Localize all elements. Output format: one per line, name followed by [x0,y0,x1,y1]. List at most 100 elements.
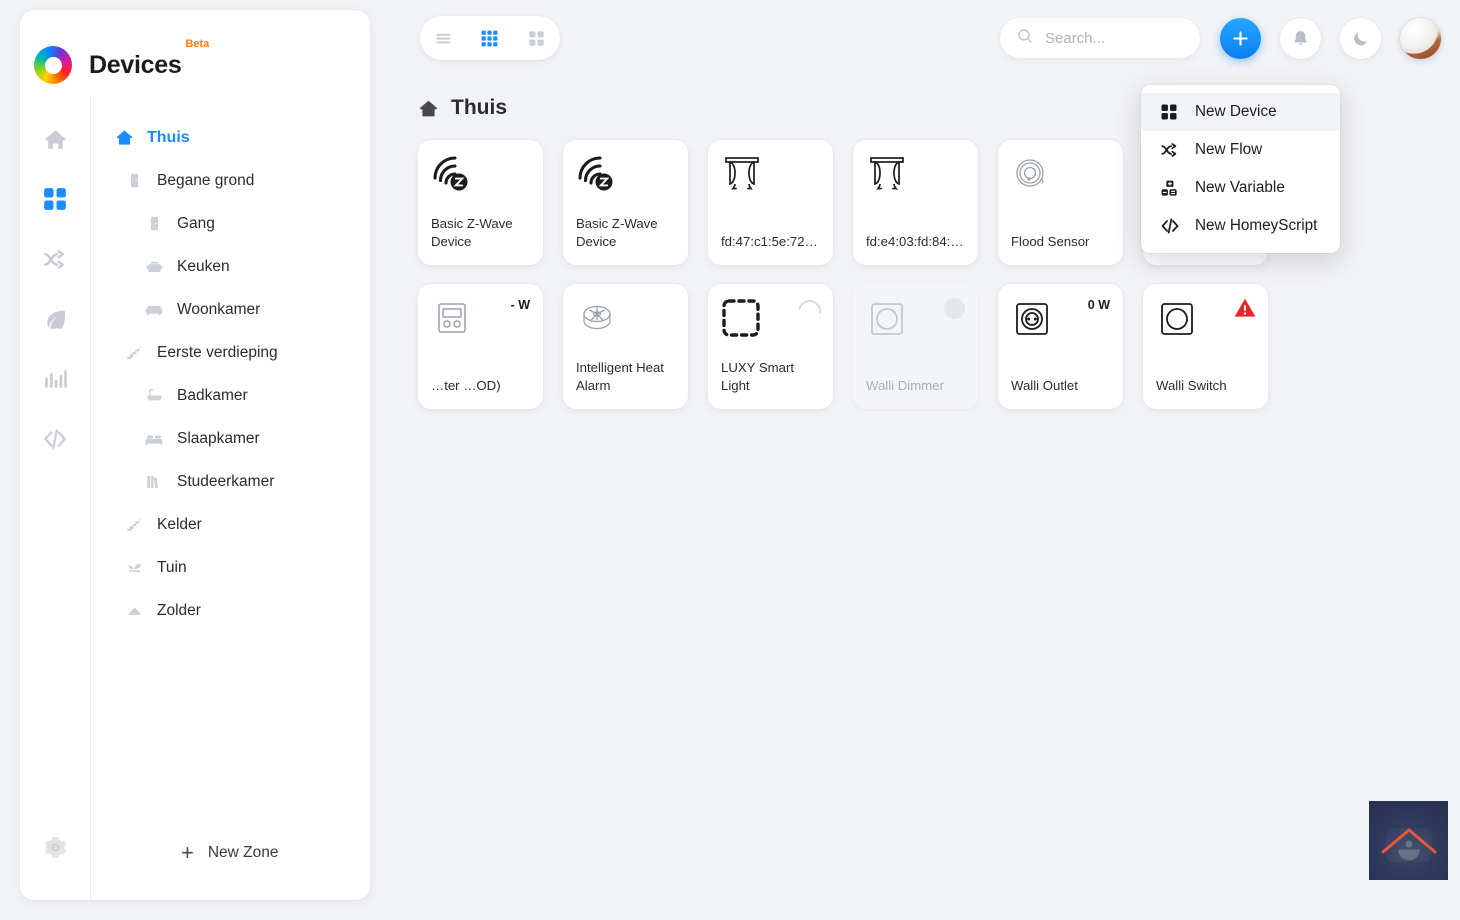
zone-label: Woonkamer [177,300,261,318]
grid-icon [1160,103,1184,121]
zone-label: Studeerkamer [177,472,275,490]
homey-preview-widget [1369,801,1448,880]
home-icon [418,98,439,119]
new-zone-button[interactable]: + New Zone [181,842,279,864]
grid-view-icon[interactable] [473,23,507,53]
sidebar-item-script[interactable] [34,418,76,460]
power-badge: - W [510,298,530,312]
device-card[interactable]: Walli Dimmer [853,284,978,409]
zone-item-gang[interactable]: Gang [91,202,370,245]
search-icon [1016,27,1034,50]
zone-label: Slaapkamer [177,429,260,447]
zone-label: Keuken [177,257,230,275]
zone-item-keuken[interactable]: Keuken [91,245,370,288]
zone-item-studeerkamer[interactable]: Studeerkamer [91,460,370,503]
plant-icon [121,558,147,577]
sidebar-item-devices[interactable] [34,178,76,220]
device-card[interactable]: fd:e4:03:fd:84:… [853,140,978,265]
device-label: Basic Z-Wave Device [431,216,513,250]
sofa-icon [141,300,167,320]
widget-chevron-icon [1381,828,1436,854]
app-root: Devices Beta Thuis Begane grond Gang Keu… [0,0,1460,920]
device-card[interactable]: LUXY Smart Light [708,284,833,409]
zone-item-woonkamer[interactable]: Woonkamer [91,288,370,331]
sidebar-header: Devices Beta [20,10,370,96]
search-input[interactable] [1045,29,1185,47]
zone-tree: Thuis Begane grond Gang Keuken Woonkamer… [90,96,370,900]
zone-item-badkamer[interactable]: Badkamer [91,374,370,417]
zone-label: Thuis [147,128,190,146]
dark-mode-button[interactable] [1340,18,1381,59]
pot-icon [141,257,167,276]
variable-icon [1160,179,1184,198]
zone-label: Eerste verdieping [157,343,278,361]
menu-item-new-homeyscript[interactable]: New HomeyScript [1141,207,1340,245]
device-card[interactable]: Basic Z-Wave Device [418,140,543,265]
device-label: Flood Sensor [1011,234,1090,250]
menu-item-new-flow[interactable]: New Flow [1141,131,1340,169]
menu-item-label: New HomeyScript [1195,217,1318,234]
zone-item-tuin[interactable]: Tuin [91,546,370,589]
device-card[interactable]: fd:47:c1:5e:72… [708,140,833,265]
bathtub-icon [141,386,167,405]
device-card[interactable]: Flood Sensor [998,140,1123,265]
homey-logo-icon [34,46,72,84]
zone-item-eerste-verdieping[interactable]: Eerste verdieping [91,331,370,374]
zwave-icon [431,154,530,202]
zone-item-thuis[interactable]: Thuis [91,116,370,159]
view-toggle [420,16,560,60]
device-card[interactable]: Basic Z-Wave Device [563,140,688,265]
menu-item-new-device[interactable]: New Device [1141,93,1340,131]
large-grid-view-icon[interactable] [520,23,554,53]
code-icon [1160,216,1184,236]
status-dot [944,298,965,319]
curtain-icon [866,154,965,202]
avatar[interactable] [1400,18,1441,59]
device-card[interactable]: - W …ter …OD) [418,284,543,409]
sidebar-item-settings[interactable] [34,826,76,868]
list-view-icon[interactable] [426,23,460,53]
home-icon [111,128,137,147]
sidebar-body: Thuis Begane grond Gang Keuken Woonkamer… [20,96,370,900]
stairs-icon [121,343,147,362]
zone-item-slaapkamer[interactable]: Slaapkamer [91,417,370,460]
device-label: LUXY Smart Light [721,360,795,394]
menu-item-label: New Device [1195,103,1277,120]
device-label: Walli Outlet [1011,378,1078,394]
zone-item-kelder[interactable]: Kelder [91,503,370,546]
zone-item-begane-grond[interactable]: Begane grond [91,159,370,202]
menu-item-label: New Variable [1195,179,1285,196]
books-icon [141,473,167,491]
door-icon [141,215,167,232]
sidebar-item-insights[interactable] [34,358,76,400]
plus-icon: + [181,840,194,865]
menu-item-new-variable[interactable]: New Variable [1141,169,1340,207]
device-label: Basic Z-Wave Device [576,216,658,250]
sidebar-item-home[interactable] [34,118,76,160]
menu-item-label: New Flow [1195,141,1263,158]
notifications-button[interactable] [1280,18,1321,59]
zone-label: Zolder [157,601,201,619]
zone-label: Begane grond [157,171,255,189]
attic-icon [121,601,147,620]
device-label: Walli Switch [1156,378,1227,394]
zone-item-zolder[interactable]: Zolder [91,589,370,632]
device-card[interactable]: Intelligent Heat Alarm [563,284,688,409]
sidebar-panel: Devices Beta Thuis Begane grond Gang Keu… [20,10,370,900]
bed-icon [141,429,167,449]
beta-badge: Beta [185,38,210,50]
zwave-icon [576,154,675,202]
device-card[interactable]: 0 W Walli Outlet [998,284,1123,409]
curtain-icon [721,154,820,202]
zone-page-title: Thuis [418,96,507,120]
search-box[interactable] [1000,18,1200,58]
device-card[interactable]: Walli Switch [1143,284,1268,409]
stairs-icon [121,515,147,534]
sidebar-item-energy[interactable] [34,298,76,340]
add-button[interactable] [1220,18,1261,59]
device-label: fd:e4:03:fd:84:… [866,234,964,250]
page-title: Devices [89,50,182,79]
flood-sensor-icon [1011,154,1110,202]
sidebar-item-flows[interactable] [34,238,76,280]
device-label: fd:47:c1:5e:72… [721,234,818,250]
